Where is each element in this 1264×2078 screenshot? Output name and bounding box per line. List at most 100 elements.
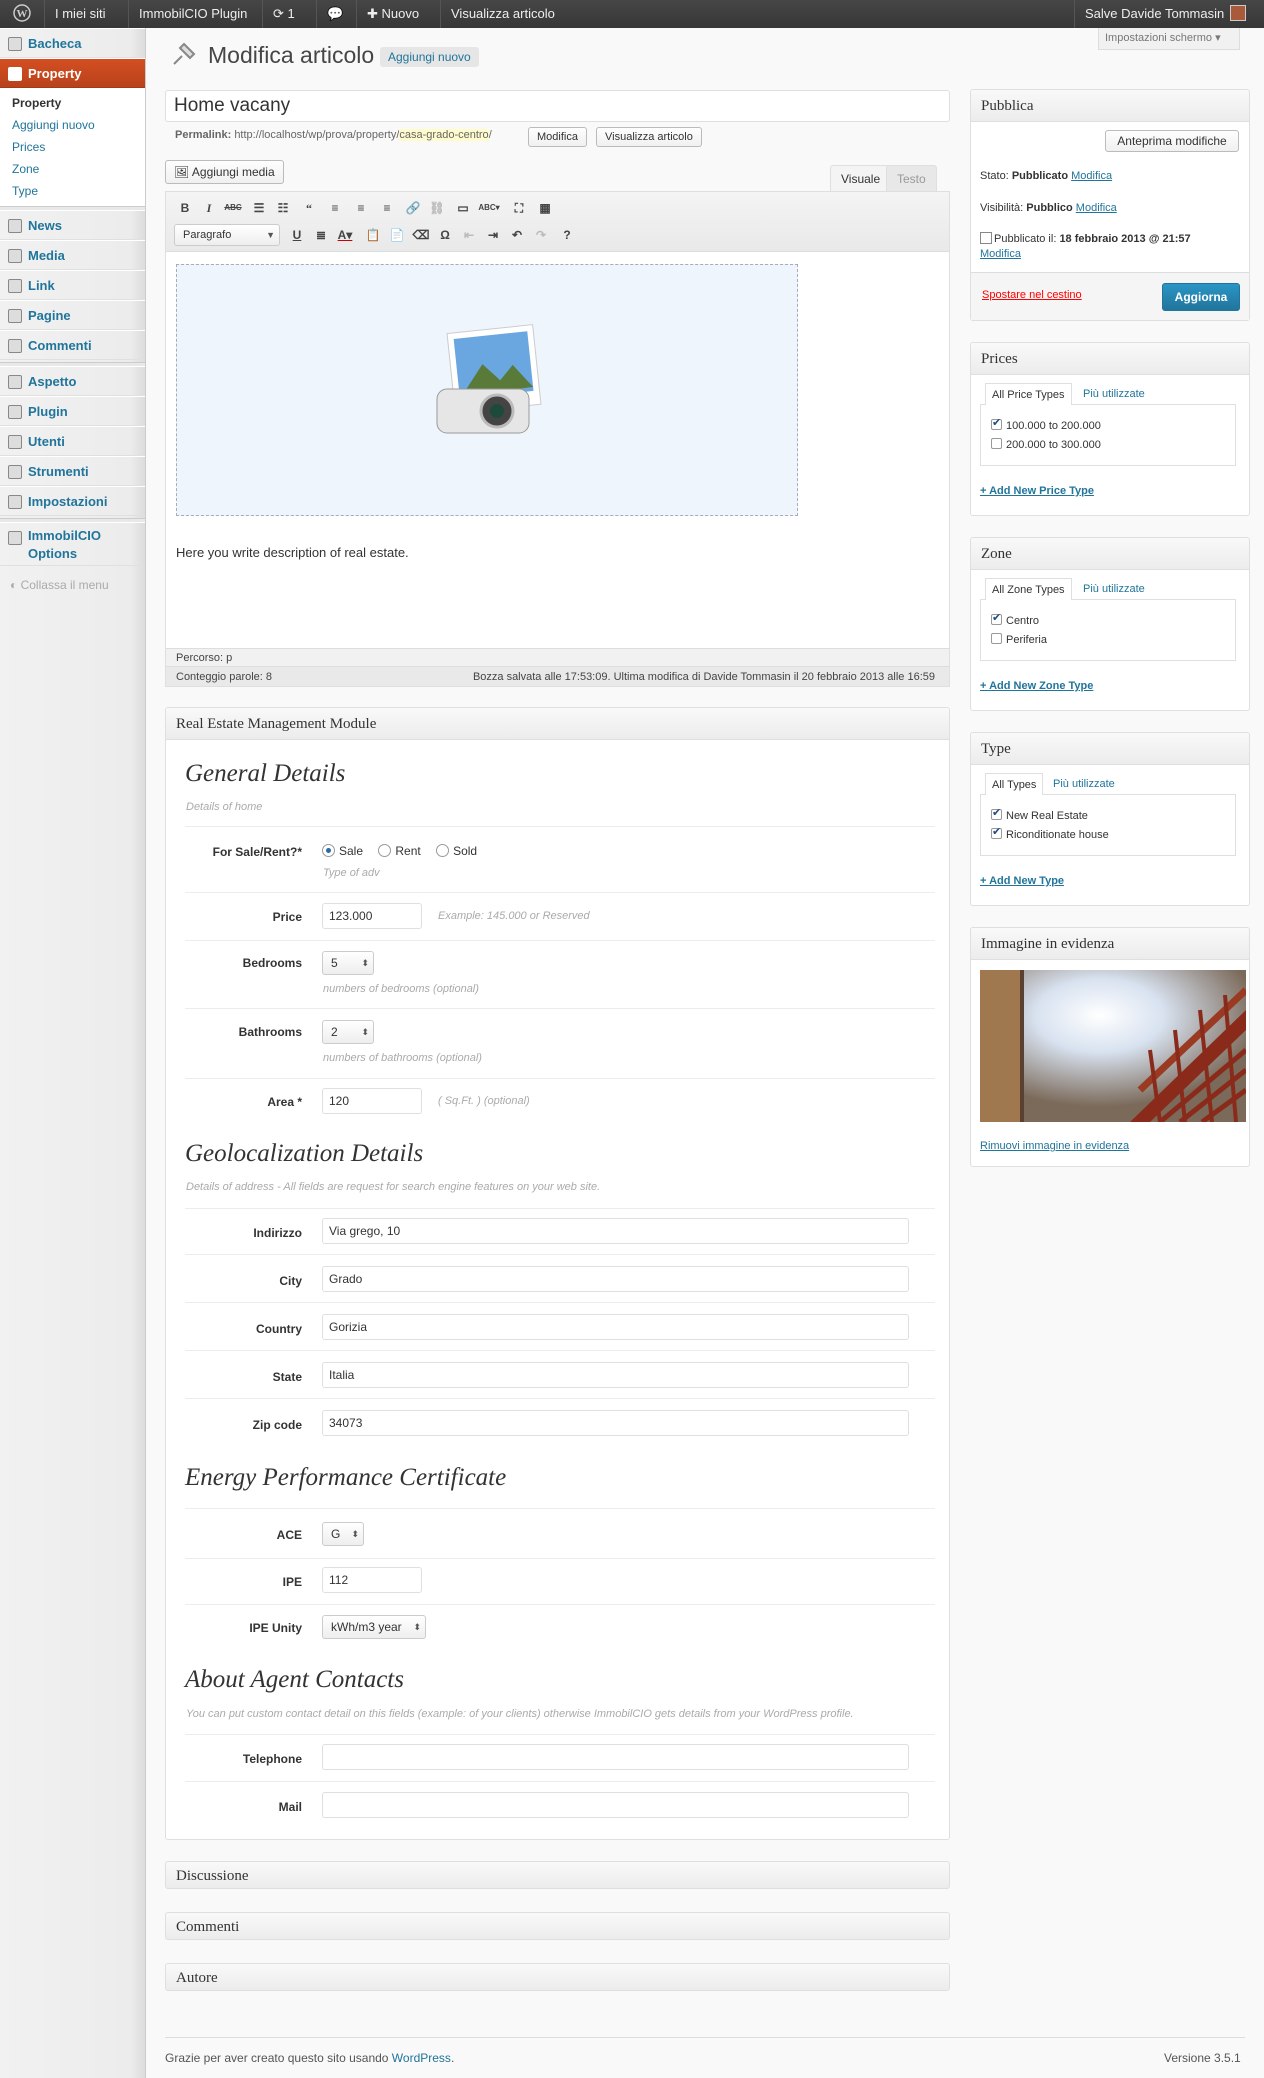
menu-bacheca[interactable]: Bacheca — [0, 28, 145, 58]
site-name-link[interactable]: ImmobilCIO Plugin — [128, 0, 257, 28]
comments-icon[interactable]: 💬 — [316, 0, 353, 28]
blockquote-icon[interactable]: “ — [298, 198, 320, 218]
view-post-button[interactable]: Visualizza articolo — [596, 127, 702, 147]
outdent-icon[interactable]: ⇤ — [458, 225, 480, 245]
link-icon[interactable]: 🔗 — [402, 198, 424, 218]
paste-text-icon[interactable]: 📋 — [362, 225, 384, 245]
align-left-icon[interactable]: ≡ — [324, 198, 346, 218]
menu-plugin[interactable]: Plugin — [0, 396, 145, 426]
wordpress-logo-icon[interactable]: W — [0, 0, 44, 28]
help-icon[interactable]: ? — [556, 225, 578, 245]
menu-pagine[interactable]: Pagine — [0, 300, 145, 330]
submenu-prices[interactable]: Prices — [0, 136, 145, 158]
menu-media[interactable]: Media — [0, 240, 145, 270]
comments-box[interactable]: Commenti — [165, 1912, 950, 1940]
my-sites-link[interactable]: I miei siti — [44, 0, 116, 28]
add-price-type-link[interactable]: + Add New Price Type — [980, 485, 1094, 497]
align-center-icon[interactable]: ≡ — [350, 198, 372, 218]
type-tab-popular[interactable]: Più utilizzate — [1047, 773, 1121, 795]
menu-immobilcio-options[interactable]: ImmobilCIO Options — [0, 522, 145, 566]
screen-options-button[interactable]: Impostazioni schermo ▾ — [1098, 28, 1240, 50]
clear-formatting-icon[interactable]: ⌫ — [410, 225, 432, 245]
fullscreen-icon[interactable]: ⛶ — [508, 198, 530, 218]
undo-icon[interactable]: ↶ — [506, 225, 528, 245]
more-tag-icon[interactable]: ▭ — [452, 198, 474, 218]
radio-rent[interactable]: Rent — [378, 844, 421, 858]
special-char-icon[interactable]: Ω — [434, 225, 456, 245]
state-input[interactable]: Italia — [322, 1362, 909, 1388]
zip-input[interactable]: 34073 — [322, 1410, 909, 1436]
image-placeholder[interactable] — [176, 264, 798, 516]
submenu-add-new[interactable]: Aggiungi nuovo — [0, 114, 145, 136]
ipe-input[interactable]: 112 — [322, 1567, 422, 1593]
collapse-menu[interactable]: ◐ Collassa il menu — [10, 578, 109, 592]
country-input[interactable]: Gorizia — [322, 1314, 909, 1340]
italic-icon[interactable]: I — [198, 198, 220, 218]
radio-sold[interactable]: Sold — [436, 844, 477, 858]
price-input[interactable]: 123.000 — [322, 903, 422, 929]
type-tab-all[interactable]: All Types — [985, 773, 1044, 795]
edit-permalink-button[interactable]: Modifica — [528, 127, 587, 147]
type-option-new[interactable]: New Real Estate — [991, 806, 1088, 822]
preview-button[interactable]: Anteprima modifiche — [1105, 130, 1239, 152]
bathrooms-select[interactable]: 2 ⬍ — [322, 1020, 374, 1044]
zone-tab-popular[interactable]: Più utilizzate — [1077, 578, 1151, 600]
wordpress-link[interactable]: WordPress — [392, 2051, 451, 2065]
view-post-link[interactable]: Visualizza articolo — [440, 0, 565, 28]
new-content-link[interactable]: ✚ Nuovo — [356, 0, 429, 28]
unlink-icon[interactable]: ⛓ — [426, 198, 448, 218]
radio-sale[interactable]: Sale — [322, 844, 363, 858]
tab-text[interactable]: Testo — [886, 165, 937, 191]
my-account-link[interactable]: Salve Davide Tommasin — [1074, 0, 1264, 28]
tab-visual[interactable]: Visuale — [830, 165, 892, 191]
menu-commenti[interactable]: Commenti — [0, 330, 145, 360]
trash-link[interactable]: Spostare nel cestino — [982, 289, 1082, 301]
post-title-input[interactable]: Home vacany — [165, 90, 950, 122]
edit-status-link[interactable]: Modifica — [1071, 170, 1112, 182]
editor-content-text[interactable]: Here you write description of real estat… — [176, 545, 409, 560]
ipe-unity-select[interactable]: kWh/m3 year ⬍ — [322, 1615, 426, 1639]
add-zone-type-link[interactable]: + Add New Zone Type — [980, 680, 1093, 692]
updates-link[interactable]: ⟳ 1 — [262, 0, 305, 28]
telephone-input[interactable] — [322, 1744, 909, 1770]
menu-strumenti[interactable]: Strumenti — [0, 456, 145, 486]
numbered-list-icon[interactable]: ☷ — [272, 198, 294, 218]
mail-input[interactable] — [322, 1792, 909, 1818]
bullet-list-icon[interactable]: ☰ — [248, 198, 270, 218]
submenu-zone[interactable]: Zone — [0, 158, 145, 180]
price-option-1[interactable]: 100.000 to 200.000 — [991, 416, 1101, 432]
permalink-slug[interactable]: casa-grado-centro — [399, 129, 489, 141]
indent-icon[interactable]: ⇥ — [482, 225, 504, 245]
zone-tab-all[interactable]: All Zone Types — [985, 578, 1072, 600]
remove-featured-image-link[interactable]: Rimuovi immagine in evidenza — [980, 1140, 1129, 1152]
bedrooms-select[interactable]: 5 ⬍ — [322, 951, 374, 975]
featured-image[interactable] — [980, 970, 1246, 1122]
add-media-button[interactable]: 🖼 Aggiungi media — [165, 160, 284, 184]
price-option-2[interactable]: 200.000 to 300.000 — [991, 438, 1101, 451]
discussion-box[interactable]: Discussione — [165, 1861, 950, 1889]
city-input[interactable]: Grado — [322, 1266, 909, 1292]
edit-date-link[interactable]: Modifica — [980, 248, 1021, 260]
kitchen-sink-icon[interactable]: ▦ — [534, 198, 556, 218]
zone-option-periferia[interactable]: Periferia — [991, 633, 1047, 646]
prices-tab-popular[interactable]: Più utilizzate — [1077, 383, 1151, 405]
area-input[interactable]: 120 — [322, 1088, 422, 1114]
menu-utenti[interactable]: Utenti — [0, 426, 145, 456]
submenu-property[interactable]: Property — [0, 92, 145, 114]
menu-link[interactable]: Link — [0, 270, 145, 300]
menu-aspetto[interactable]: Aspetto — [0, 366, 145, 396]
paste-word-icon[interactable]: 📄 — [386, 225, 408, 245]
bold-icon[interactable]: B — [174, 198, 196, 218]
text-color-icon[interactable]: A▾ — [334, 225, 356, 245]
menu-impostazioni[interactable]: Impostazioni — [0, 486, 145, 516]
justify-icon[interactable]: ≣ — [310, 225, 332, 245]
format-select[interactable]: Paragrafo ▼ — [174, 224, 280, 246]
zone-option-centro[interactable]: Centro — [991, 611, 1039, 627]
strikethrough-icon[interactable]: ABC — [222, 198, 244, 218]
underline-icon[interactable]: U — [286, 225, 308, 245]
indirizzo-input[interactable]: Via grego, 10 — [322, 1218, 909, 1244]
menu-property[interactable]: Property — [0, 58, 145, 88]
redo-icon[interactable]: ↷ — [530, 225, 552, 245]
edit-visibility-link[interactable]: Modifica — [1076, 202, 1117, 214]
prices-tab-all[interactable]: All Price Types — [985, 383, 1072, 405]
